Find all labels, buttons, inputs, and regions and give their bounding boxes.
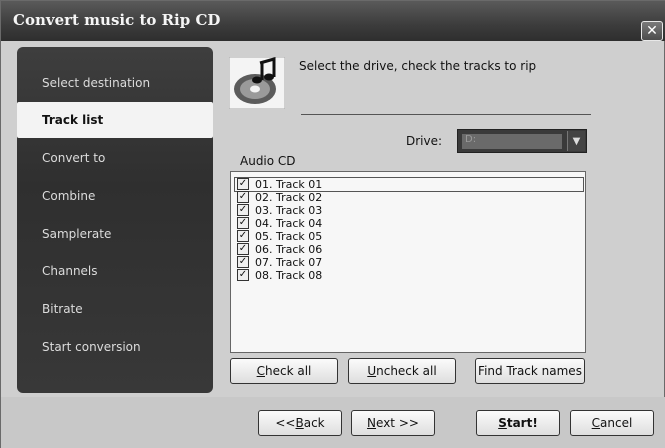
track-checkbox[interactable]: ✓ bbox=[237, 217, 249, 229]
track-label: 05. Track 05 bbox=[255, 230, 323, 243]
button-label: << bbox=[275, 416, 296, 430]
track-label: 07. Track 07 bbox=[255, 256, 323, 269]
sidebar-item-samplerate[interactable]: Samplerate bbox=[17, 216, 213, 252]
mnemonic: N bbox=[367, 416, 377, 430]
sidebar-item-label: Samplerate bbox=[42, 227, 112, 241]
track-checkbox[interactable]: ✓ bbox=[237, 191, 249, 203]
music-cd-icon bbox=[229, 57, 285, 109]
track-item[interactable]: ✓ 06. Track 06 bbox=[235, 243, 583, 256]
convert-dialog: Convert music to Rip CD ✕ Select destina… bbox=[0, 0, 665, 448]
sidebar-item-label: Bitrate bbox=[42, 302, 83, 316]
track-label: 04. Track 04 bbox=[255, 217, 323, 230]
header-divider bbox=[301, 114, 591, 115]
sidebar-item-combine[interactable]: Combine bbox=[17, 178, 213, 214]
button-label: tart! bbox=[506, 416, 538, 430]
sidebar-item-start-conversion[interactable]: Start conversion bbox=[17, 329, 213, 365]
track-list[interactable]: ✓ 01. Track 01 ✓ 02. Track 02 ✓ 03. Trac… bbox=[230, 171, 586, 353]
track-label: 08. Track 08 bbox=[255, 269, 323, 282]
mnemonic: B bbox=[295, 416, 304, 430]
track-checkbox[interactable]: ✓ bbox=[237, 269, 249, 281]
sidebar-item-select-destination[interactable]: Select destination bbox=[17, 65, 213, 101]
track-label: 03. Track 03 bbox=[255, 204, 323, 217]
mnemonic: C bbox=[591, 416, 601, 430]
mnemonic: C bbox=[256, 364, 265, 378]
track-item[interactable]: ✓ 07. Track 07 bbox=[235, 256, 583, 269]
track-item[interactable]: ✓ 03. Track 03 bbox=[235, 204, 583, 217]
button-label: ancel bbox=[600, 416, 633, 430]
track-item[interactable]: ✓ 02. Track 02 bbox=[235, 191, 583, 204]
track-item[interactable]: ✓ 04. Track 04 bbox=[235, 217, 583, 230]
track-label: 06. Track 06 bbox=[255, 243, 323, 256]
button-label: ack bbox=[303, 416, 325, 430]
track-checkbox[interactable]: ✓ bbox=[237, 178, 249, 190]
uncheck-all-button[interactable]: Uncheck all bbox=[348, 358, 456, 384]
close-icon: ✕ bbox=[646, 23, 658, 39]
sidebar-item-label: Convert to bbox=[42, 151, 106, 165]
sidebar-item-track-list[interactable]: Track list bbox=[17, 102, 213, 138]
instruction-text: Select the drive, check the tracks to ri… bbox=[299, 59, 537, 73]
find-track-names-button[interactable]: Find Track names bbox=[475, 358, 585, 384]
track-checkbox[interactable]: ✓ bbox=[237, 204, 249, 216]
close-button[interactable]: ✕ bbox=[641, 21, 663, 41]
track-label: 02. Track 02 bbox=[255, 191, 323, 204]
window-title: Convert music to Rip CD bbox=[13, 11, 221, 29]
wizard-steps-sidebar: Select destination Track list Convert to… bbox=[17, 47, 213, 393]
track-checkbox[interactable]: ✓ bbox=[237, 230, 249, 242]
track-checkbox[interactable]: ✓ bbox=[237, 256, 249, 268]
start-button[interactable]: Start! bbox=[476, 410, 560, 436]
drive-selected-value: D: bbox=[462, 134, 562, 149]
button-label: ext >> bbox=[376, 416, 419, 430]
check-all-button[interactable]: Check all bbox=[230, 358, 338, 384]
sidebar-item-label: Start conversion bbox=[42, 340, 141, 354]
track-checkbox[interactable]: ✓ bbox=[237, 243, 249, 255]
button-label: heck all bbox=[265, 364, 312, 378]
track-item[interactable]: ✓ 08. Track 08 bbox=[235, 269, 583, 282]
sidebar-item-bitrate[interactable]: Bitrate bbox=[17, 291, 213, 327]
title-bar[interactable]: Convert music to Rip CD ✕ bbox=[1, 1, 665, 41]
drive-label: Drive: bbox=[406, 134, 443, 148]
sidebar-item-channels[interactable]: Channels bbox=[17, 253, 213, 289]
sidebar-item-convert-to[interactable]: Convert to bbox=[17, 140, 213, 176]
mnemonic: U bbox=[367, 364, 377, 378]
sidebar-item-label: Track list bbox=[42, 113, 104, 127]
sidebar-item-label: Channels bbox=[42, 264, 98, 278]
sidebar-item-label: Select destination bbox=[42, 76, 151, 90]
back-button[interactable]: << Back bbox=[258, 410, 342, 436]
track-item[interactable]: ✓ 01. Track 01 bbox=[234, 177, 584, 192]
chevron-down-icon[interactable]: ▼ bbox=[567, 131, 585, 151]
button-label: ncheck all bbox=[376, 364, 437, 378]
track-label: 01. Track 01 bbox=[255, 178, 323, 191]
cancel-button[interactable]: Cancel bbox=[570, 410, 654, 436]
next-button[interactable]: Next >> bbox=[351, 410, 435, 436]
sidebar-item-label: Combine bbox=[42, 189, 96, 203]
track-item[interactable]: ✓ 05. Track 05 bbox=[235, 230, 583, 243]
audio-cd-label: Audio CD bbox=[240, 154, 296, 168]
button-label: Find Track names bbox=[478, 364, 582, 378]
drive-dropdown[interactable]: D: ▼ bbox=[457, 129, 587, 153]
mnemonic: S bbox=[498, 416, 507, 430]
